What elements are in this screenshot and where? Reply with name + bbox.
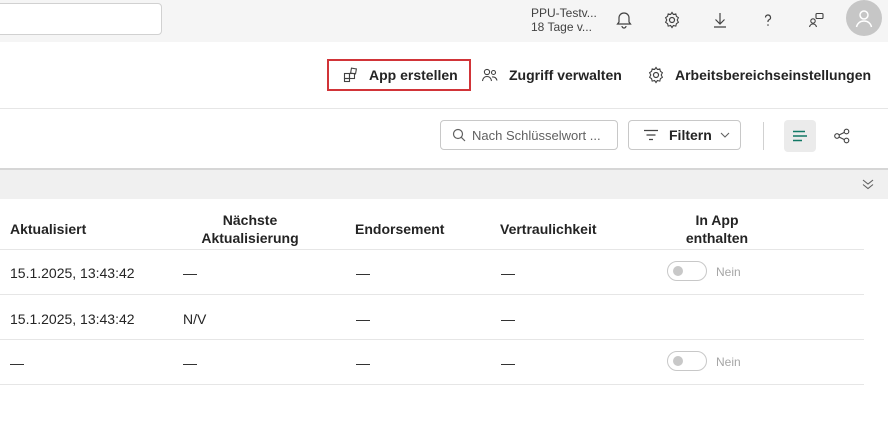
workspace-action-bar: App erstellen Zugriff verwalten Arbeitsb…	[0, 42, 888, 109]
column-header-in-app[interactable]: In App enthalten	[672, 211, 762, 247]
row-divider	[0, 294, 864, 295]
toggle-label: Nein	[716, 355, 741, 369]
in-app-line-1: In App	[695, 212, 739, 228]
create-app-button[interactable]: App erstellen	[327, 59, 471, 91]
cell-endorsement: —	[356, 355, 370, 371]
list-view-button[interactable]	[784, 120, 816, 152]
gear-icon[interactable]	[659, 7, 685, 33]
column-header-sensitivity[interactable]: Vertraulichkeit	[500, 220, 597, 238]
gear-icon	[648, 66, 664, 84]
cell-next-update: N/V	[183, 311, 207, 327]
toggle-knob	[673, 356, 683, 366]
global-search-input[interactable]	[0, 3, 162, 35]
double-chevron-down-icon[interactable]	[861, 177, 875, 195]
chevron-down-icon	[720, 132, 730, 138]
people-icon	[481, 68, 498, 82]
manage-access-button[interactable]: Zugriff verwalten	[481, 59, 622, 91]
cell-sensitivity: —	[501, 265, 515, 281]
cell-next-update: —	[183, 265, 197, 281]
toolbar-divider	[763, 122, 764, 150]
filter-icon	[644, 129, 658, 141]
cell-sensitivity: —	[501, 311, 515, 327]
license-line-2: 18 Tage v...	[531, 20, 592, 34]
trial-license-info[interactable]: PPU-Testv... 18 Tage v...	[531, 6, 597, 34]
cell-updated: —	[10, 355, 24, 371]
next-update-line-1: Nächste	[222, 212, 278, 228]
next-update-line-2: Aktualisierung	[201, 230, 299, 246]
section-separator	[0, 168, 888, 199]
filter-label: Filtern	[669, 127, 712, 143]
keyword-search-input[interactable]: Nach Schlüsselwort ...	[440, 120, 618, 150]
toggle-label: Nein	[716, 265, 741, 279]
cell-next-update: —	[183, 355, 197, 371]
lineage-view-button[interactable]	[826, 120, 858, 152]
row-divider	[0, 384, 864, 385]
workspace-settings-label: Arbeitsbereichseinstellungen	[675, 67, 872, 83]
feedback-icon[interactable]	[803, 7, 829, 33]
workspace-settings-button[interactable]: Arbeitsbereichseinstellungen	[647, 59, 871, 91]
search-placeholder: Nach Schlüsselwort ...	[472, 127, 601, 143]
app-grid-icon	[343, 67, 358, 83]
cell-endorsement: —	[356, 311, 370, 327]
bell-icon[interactable]	[611, 7, 637, 33]
download-icon[interactable]	[707, 7, 733, 33]
cell-sensitivity: —	[501, 355, 515, 371]
create-app-label: App erstellen	[369, 67, 458, 83]
filter-bar: Nach Schlüsselwort ... Filtern	[0, 108, 888, 168]
cell-updated: 15.1.2025, 13:43:42	[10, 311, 135, 327]
row-divider	[0, 339, 864, 340]
help-icon[interactable]	[755, 7, 781, 33]
license-line-1: PPU-Testv...	[531, 6, 597, 20]
cell-updated: 15.1.2025, 13:43:42	[10, 265, 135, 281]
user-avatar-icon[interactable]	[846, 0, 882, 36]
cell-endorsement: —	[356, 265, 370, 281]
manage-access-label: Zugriff verwalten	[509, 67, 622, 83]
in-app-toggle[interactable]	[667, 261, 707, 281]
column-header-endorsement[interactable]: Endorsement	[355, 220, 444, 238]
list-view-icon	[793, 130, 807, 142]
filter-button[interactable]: Filtern	[628, 120, 741, 150]
lineage-icon	[834, 128, 850, 144]
top-bar: PPU-Testv... 18 Tage v...	[0, 0, 888, 43]
column-header-updated[interactable]: Aktualisiert	[10, 220, 86, 238]
column-header-next-update[interactable]: Nächste Aktualisierung	[196, 211, 304, 247]
search-icon	[452, 128, 466, 142]
in-app-toggle[interactable]	[667, 351, 707, 371]
row-divider	[0, 249, 864, 250]
toggle-knob	[673, 266, 683, 276]
in-app-line-2: enthalten	[685, 230, 749, 246]
